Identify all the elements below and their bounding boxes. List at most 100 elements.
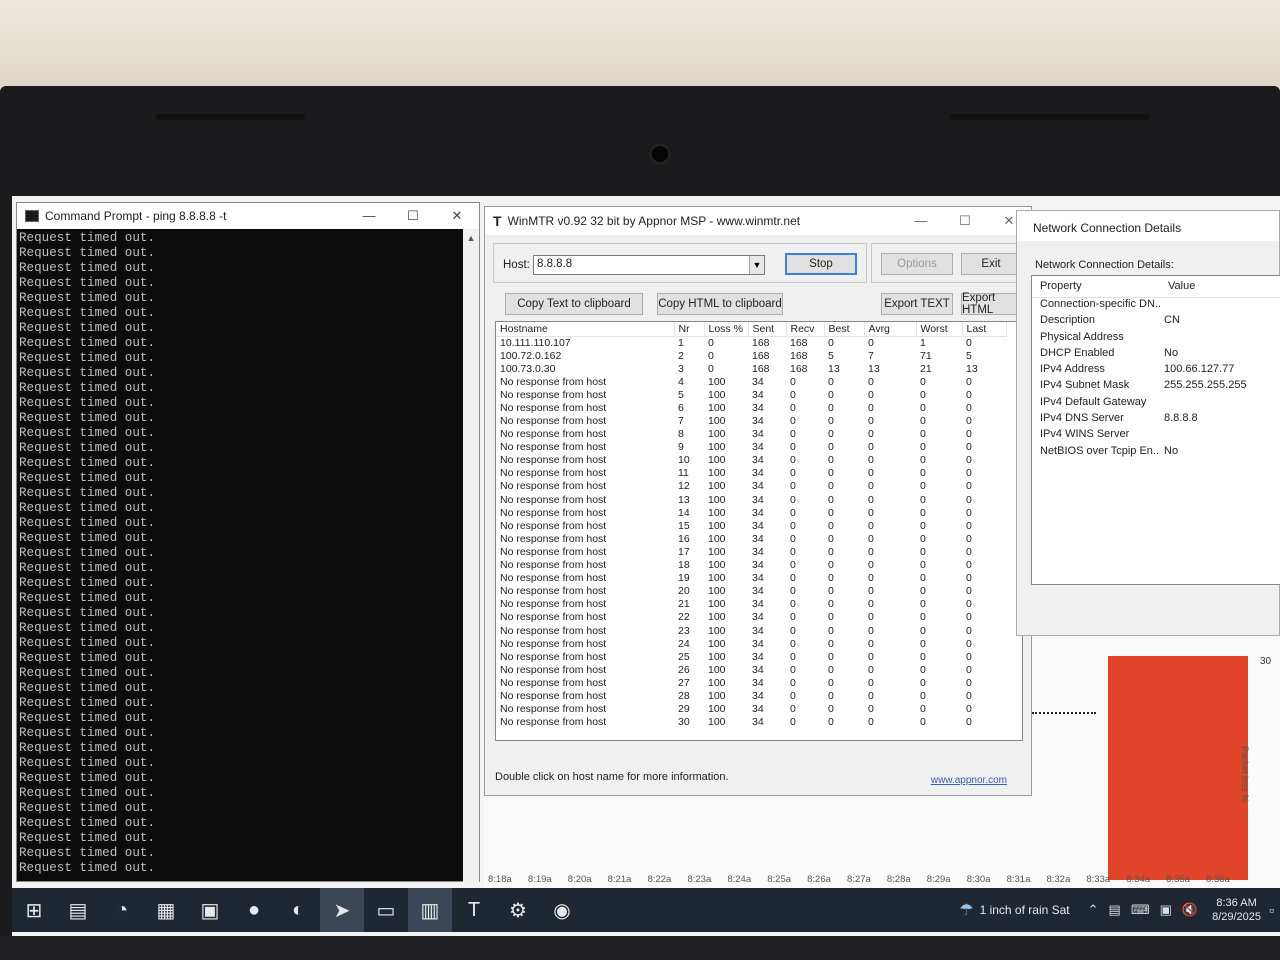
app3-icon[interactable]: ◉ [540, 888, 584, 932]
property-header[interactable]: Property [1032, 276, 1160, 297]
network-details-window[interactable]: Network Connection Details Network Conne… [1016, 210, 1280, 636]
table-row[interactable]: No response from host 5 100 34 0 0 0 0 0 [496, 389, 1006, 402]
table-row[interactable]: No response from host 25 100 34 0 0 0 0 0 [496, 651, 1006, 664]
table-row[interactable]: No response from host 15 100 34 0 0 0 0 0 [496, 520, 1006, 533]
table-row[interactable]: No response from host 9 100 34 0 0 0 0 0 [496, 441, 1006, 454]
display-icon[interactable]: ▣ [1160, 902, 1172, 918]
command-prompt-window[interactable]: Command Prompt - ping 8.8.8.8 -t — ☐ ✕ R… [16, 202, 480, 883]
column-header[interactable]: Hostname [496, 322, 675, 337]
column-header[interactable]: Nr [674, 322, 705, 337]
table-row[interactable]: No response from host 21 100 34 0 0 0 0 0 [496, 598, 1006, 611]
maximize-icon[interactable]: ☐ [391, 208, 435, 224]
table-row[interactable]: No response from host 30 100 34 0 0 0 0 0 [496, 716, 1006, 729]
stop-button[interactable]: Stop [785, 253, 857, 275]
exit-button[interactable]: Exit [961, 253, 1021, 275]
property-row[interactable]: IPv4 WINS Server [1032, 428, 1280, 444]
cmd-titlebar[interactable]: Command Prompt - ping 8.8.8.8 -t — ☐ ✕ [17, 203, 479, 229]
table-row[interactable]: No response from host 11 100 34 0 0 0 0 0 [496, 467, 1006, 480]
calculator-icon[interactable]: ▦ [144, 888, 188, 932]
table-row[interactable]: No response from host 24 100 34 0 0 0 0 0 [496, 638, 1006, 651]
appnor-link[interactable]: www.appnor.com [931, 775, 1007, 786]
column-header[interactable]: Avrg [864, 322, 917, 337]
property-row[interactable]: DHCP Enabled No [1032, 347, 1280, 363]
table-row[interactable]: 100.72.0.162 2 0 168 168 5 7 71 5 [496, 350, 1006, 363]
column-header[interactable]: Last [962, 322, 1007, 337]
table-cell: 0 [868, 611, 874, 624]
property-row[interactable]: IPv4 Subnet Mask 255.255.255.255 [1032, 379, 1280, 395]
photos-icon[interactable]: ▣ [188, 888, 232, 932]
network-monitor-icon[interactable]: ▥ [408, 888, 452, 932]
value-header[interactable]: Value [1160, 276, 1203, 297]
host-input[interactable]: 8.8.8.8 [533, 255, 765, 275]
terminal-icon[interactable]: ▭ [364, 888, 408, 932]
app2-icon[interactable]: ◐ [276, 888, 320, 932]
table-row[interactable]: No response from host 27 100 34 0 0 0 0 0 [496, 677, 1006, 690]
table-row[interactable]: No response from host 16 100 34 0 0 0 0 0 [496, 533, 1006, 546]
table-row[interactable]: No response from host 29 100 34 0 0 0 0 0 [496, 703, 1006, 716]
table-cell: 100 [708, 415, 726, 428]
table-cell: 100 [708, 585, 726, 598]
column-header[interactable]: Loss % [704, 322, 749, 337]
table-row[interactable]: No response from host 17 100 34 0 0 0 0 0 [496, 546, 1006, 559]
winmtr-icon[interactable]: T [452, 888, 496, 932]
chevron-up-icon[interactable]: ⌃ [1088, 902, 1099, 918]
table-row[interactable]: No response from host 12 100 34 0 0 0 0 0 [496, 480, 1006, 493]
trace-table[interactable]: Hostname Nr Loss % Sent Recv Best Avrg Worst Las… [495, 321, 1023, 741]
table-row[interactable]: No response from host 19 100 34 0 0 0 0 0 [496, 572, 1006, 585]
keyboard-icon[interactable]: ⌨ [1131, 902, 1150, 918]
table-row[interactable]: No response from host 20 100 34 0 0 0 0 0 [496, 585, 1006, 598]
table-cell: 0 [868, 493, 874, 506]
network-icon[interactable]: ▤ [1109, 902, 1121, 918]
file-explorer-icon[interactable]: ▤ [56, 888, 100, 932]
winmtr-titlebar[interactable]: T WinMTR v0.92 32 bit by Appnor MSP - ww… [485, 207, 1031, 235]
table-row[interactable]: No response from host 28 100 34 0 0 0 0 0 [496, 690, 1006, 703]
property-row[interactable]: Connection-specific DN... [1032, 298, 1280, 314]
table-cell: No response from host [500, 637, 607, 650]
table-row[interactable]: No response from host 10 100 34 0 0 0 0 0 [496, 454, 1006, 467]
export-text-button[interactable]: Export TEXT [881, 293, 953, 315]
table-row[interactable]: 100.73.0.30 3 0 168 168 13 13 21 13 [496, 363, 1006, 376]
table-row[interactable]: No response from host 13 100 34 0 0 0 0 0 [496, 494, 1006, 507]
table-row[interactable]: No response from host 18 100 34 0 0 0 0 0 [496, 559, 1006, 572]
weather-widget[interactable]: ☂ 1 inch of rain Sat [959, 900, 1069, 920]
table-row[interactable]: No response from host 4 100 34 0 0 0 0 0 [496, 376, 1006, 389]
scroll-up-icon[interactable]: ▲ [463, 233, 479, 243]
property-row[interactable]: IPv4 DNS Server 8.8.8.8 [1032, 412, 1280, 428]
telegram-icon[interactable]: ➤ [320, 888, 364, 932]
winmtr-window[interactable]: T WinMTR v0.92 32 bit by Appnor MSP - ww… [484, 206, 1032, 796]
edge-icon[interactable]: ◔ [100, 888, 144, 932]
windows-start-icon[interactable]: ⊞ [12, 888, 56, 932]
minimize-icon[interactable]: — [347, 208, 391, 224]
close-icon[interactable]: ✕ [435, 208, 479, 224]
property-row[interactable]: Description CN [1032, 314, 1280, 330]
ncd-property-list[interactable]: Property Value Connection-specific DN...… [1031, 275, 1280, 585]
copy-html-button[interactable]: Copy HTML to clipboard [657, 293, 783, 315]
table-row[interactable]: No response from host 26 100 34 0 0 0 0 0 [496, 664, 1006, 677]
cmd-scrollbar[interactable]: ▲ [463, 229, 479, 883]
table-row[interactable]: 10.111.110.107 1 0 168 168 0 0 1 0 [496, 336, 1006, 350]
host-dropdown-icon[interactable]: ▼ [749, 256, 764, 274]
property-row[interactable]: Physical Address [1032, 331, 1280, 347]
app-icon[interactable]: ● [232, 888, 276, 932]
settings-icon[interactable]: ⚙ [496, 888, 540, 932]
table-row[interactable]: No response from host 14 100 34 0 0 0 0 0 [496, 507, 1006, 520]
table-row[interactable]: No response from host 8 100 34 0 0 0 0 0 [496, 428, 1006, 441]
column-header[interactable]: Best [824, 322, 865, 337]
volume-muted-icon[interactable]: 🔇 [1182, 902, 1198, 918]
minimize-icon[interactable]: — [899, 213, 943, 229]
notification-icon[interactable]: ▫ [1269, 902, 1274, 918]
column-header[interactable]: Recv [786, 322, 825, 337]
clock[interactable]: 8:36 AM 8/29/2025 [1212, 896, 1261, 924]
table-row[interactable]: No response from host 6 100 34 0 0 0 0 0 [496, 402, 1006, 415]
property-row[interactable]: NetBIOS over Tcpip En... No [1032, 445, 1280, 461]
options-button[interactable]: Options [881, 253, 953, 275]
column-header[interactable]: Sent [748, 322, 787, 337]
column-header[interactable]: Worst [916, 322, 963, 337]
property-row[interactable]: IPv4 Address 100.66.127.77 [1032, 363, 1280, 379]
property-row[interactable]: IPv4 Default Gateway [1032, 396, 1280, 412]
table-row[interactable]: No response from host 7 100 34 0 0 0 0 0 [496, 415, 1006, 428]
table-row[interactable]: No response from host 23 100 34 0 0 0 0 0 [496, 624, 1006, 637]
table-row[interactable]: No response from host 22 100 34 0 0 0 0 0 [496, 611, 1006, 624]
copy-text-button[interactable]: Copy Text to clipboard [505, 293, 643, 315]
maximize-icon[interactable]: ☐ [943, 213, 987, 229]
